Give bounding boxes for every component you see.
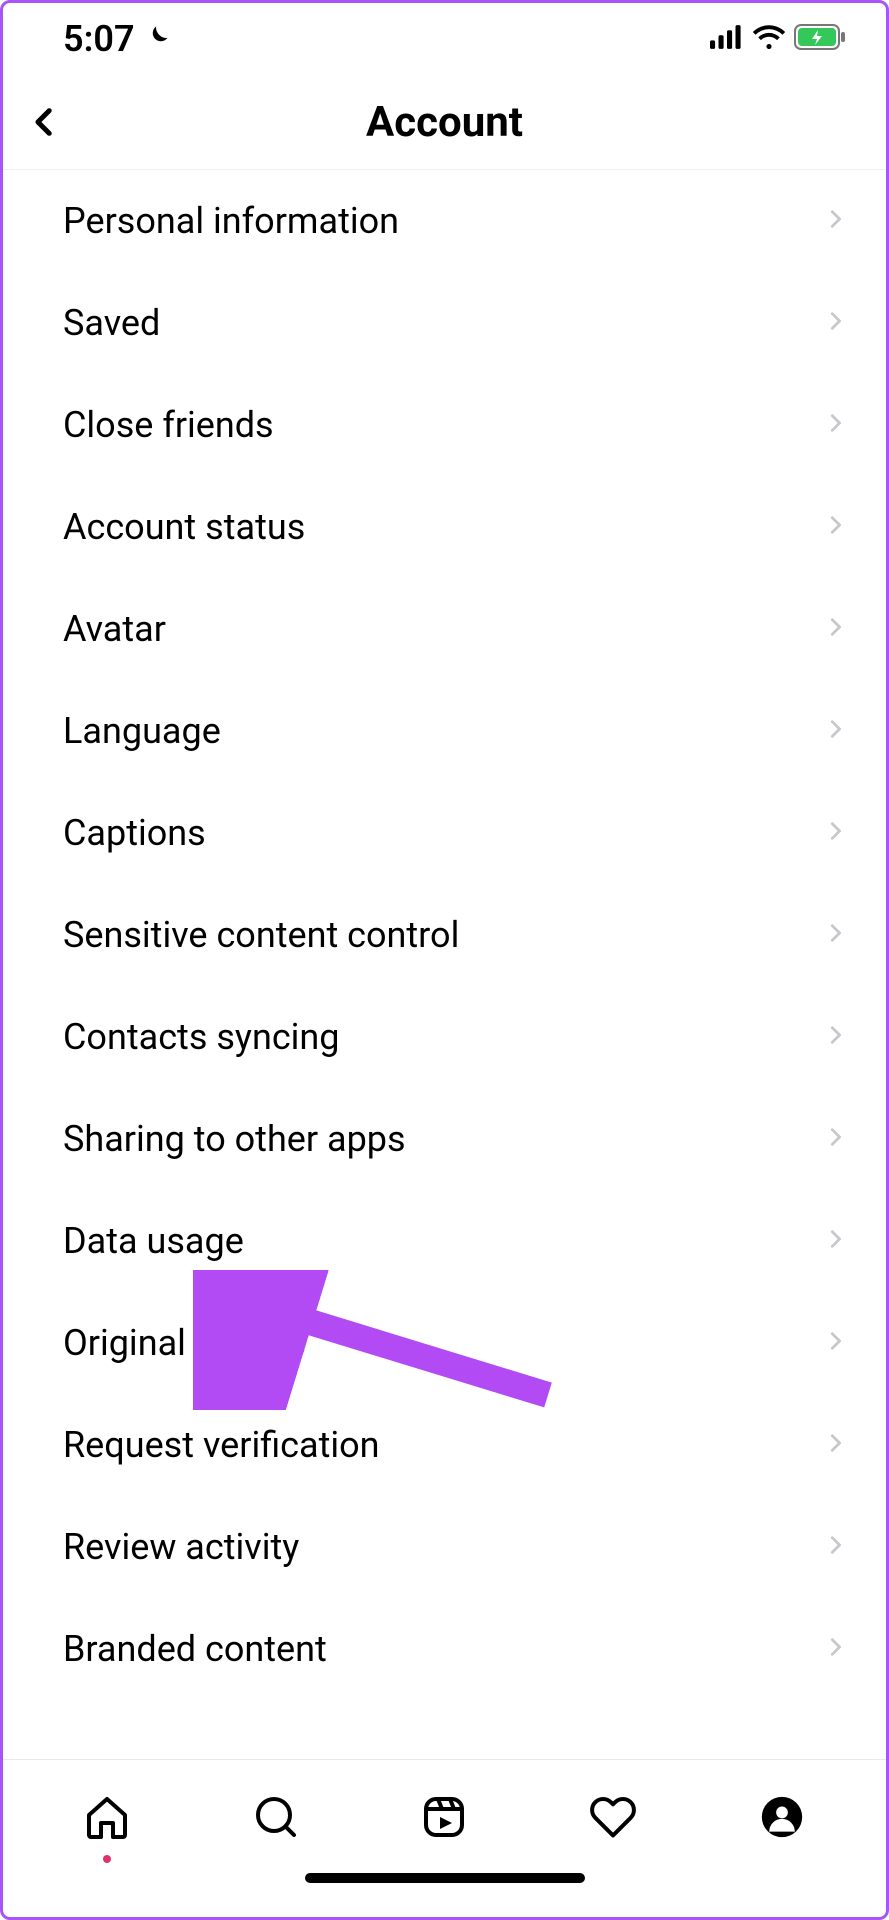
settings-list: Personal information Saved Close friends Ac… (3, 170, 886, 1759)
settings-row[interactable]: Language (3, 680, 886, 782)
settings-row[interactable]: Original photos (3, 1292, 886, 1394)
settings-row[interactable]: Branded content (3, 1598, 886, 1700)
settings-row-label: Account status (63, 506, 305, 548)
chevron-right-icon (824, 718, 850, 744)
nav-search[interactable] (244, 1785, 308, 1849)
status-time: 5:07 (63, 18, 135, 60)
settings-row[interactable]: Review activity (3, 1496, 886, 1598)
chevron-right-icon (824, 310, 850, 336)
settings-row[interactable]: Sharing to other apps (3, 1088, 886, 1190)
chevron-right-icon (824, 1330, 850, 1356)
chevron-right-icon (824, 1024, 850, 1050)
device-frame: 5:07 (0, 0, 889, 1920)
chevron-right-icon (824, 922, 850, 948)
settings-row-label: Saved (63, 302, 160, 344)
status-right (710, 24, 846, 54)
settings-row[interactable]: Saved (3, 272, 886, 374)
settings-row-label: Sharing to other apps (63, 1118, 406, 1160)
settings-row-label: Personal information (63, 200, 399, 242)
settings-row-label: Branded content (63, 1628, 327, 1670)
chevron-right-icon (824, 820, 850, 846)
chevron-right-icon (824, 1126, 850, 1152)
settings-row-label: Avatar (63, 608, 166, 650)
settings-row[interactable]: Contacts syncing (3, 986, 886, 1088)
chevron-right-icon (824, 1636, 850, 1662)
settings-row-label: Captions (63, 812, 206, 854)
chevron-right-icon (824, 412, 850, 438)
nav-home[interactable] (75, 1785, 139, 1849)
chevron-right-icon (824, 616, 850, 642)
settings-row[interactable]: Data usage (3, 1190, 886, 1292)
settings-row-label: Request verification (63, 1424, 380, 1466)
settings-row[interactable]: Request verification (3, 1394, 886, 1496)
settings-row[interactable]: Sensitive content control (3, 884, 886, 986)
home-indicator[interactable] (305, 1873, 585, 1883)
chevron-right-icon (824, 1534, 850, 1560)
battery-charging-icon (794, 24, 846, 54)
settings-row[interactable]: Avatar (3, 578, 886, 680)
wifi-icon (752, 24, 786, 54)
status-bar: 5:07 (3, 3, 886, 75)
settings-row-label: Review activity (63, 1526, 299, 1568)
settings-row-label: Data usage (63, 1220, 244, 1262)
settings-row[interactable]: Account status (3, 476, 886, 578)
settings-row[interactable]: Personal information (3, 170, 886, 272)
back-button[interactable] (15, 92, 75, 152)
settings-row-label: Close friends (63, 404, 274, 446)
settings-row[interactable]: Captions (3, 782, 886, 884)
nav-home-notification-dot (103, 1855, 111, 1863)
settings-row[interactable]: Close friends (3, 374, 886, 476)
settings-row-label: Original photos (63, 1322, 306, 1364)
chevron-right-icon (824, 1432, 850, 1458)
bottom-nav (3, 1759, 886, 1873)
nav-profile[interactable] (750, 1785, 814, 1849)
settings-row-label: Language (63, 710, 221, 752)
status-left: 5:07 (63, 18, 171, 60)
settings-row-label: Contacts syncing (63, 1016, 340, 1058)
settings-row-label: Sensitive content control (63, 914, 459, 956)
nav-reels[interactable] (412, 1785, 476, 1849)
moon-icon (143, 18, 171, 60)
cellular-signal-icon (710, 24, 744, 54)
nav-activity[interactable] (581, 1785, 645, 1849)
page-header: Account (3, 75, 886, 170)
chevron-right-icon (824, 1228, 850, 1254)
chevron-right-icon (824, 514, 850, 540)
chevron-right-icon (824, 208, 850, 234)
page-title: Account (3, 98, 886, 147)
home-indicator-area (3, 1873, 886, 1917)
